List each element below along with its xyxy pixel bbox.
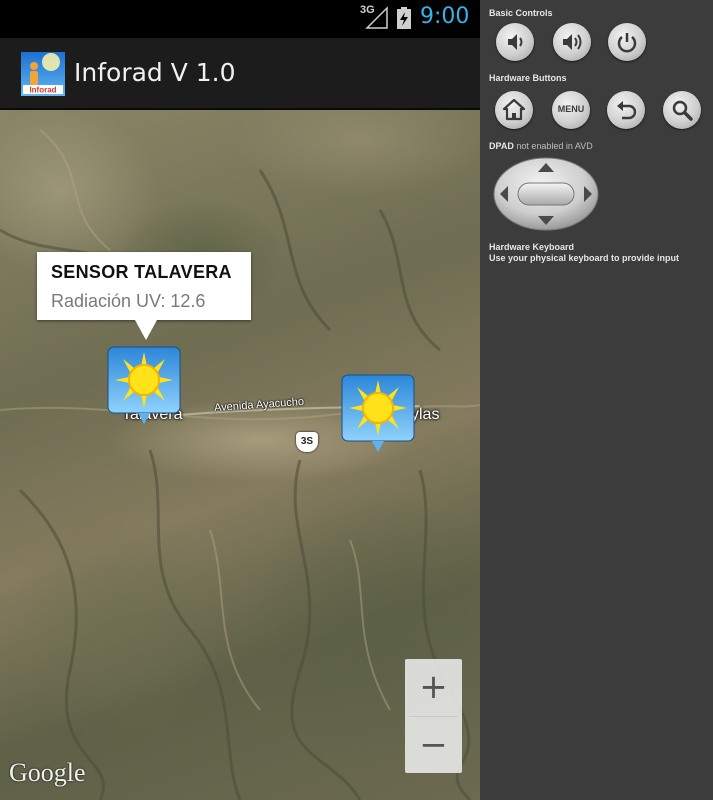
google-attribution: Google (9, 758, 86, 787)
menu-button[interactable]: MENU (552, 91, 590, 129)
action-bar: Inforad Inforad V 1.0 (0, 38, 480, 110)
search-button[interactable] (663, 91, 701, 129)
info-window-snippet: Radiación UV: 12.6 (51, 291, 206, 311)
back-arrow-icon (617, 101, 637, 120)
battery-charging-icon (397, 7, 411, 29)
android-screen: 3G 9:00 Inforad Inforad V 1.0 Avenida Ay… (0, 0, 480, 800)
home-icon (502, 98, 526, 121)
volume-up-icon (563, 34, 582, 50)
satellite-map[interactable]: Avenida Ayacucho Talavera ylas 3S SENSOR… (0, 110, 480, 800)
app-title: Inforad V 1.0 (74, 58, 236, 87)
zoom-controls: + − (405, 659, 462, 773)
home-button[interactable] (495, 91, 533, 129)
power-icon (617, 33, 637, 53)
status-clock: 9:00 (420, 4, 470, 29)
volume-up-button[interactable] (553, 23, 591, 61)
marker-info-window[interactable]: SENSOR TALAVERA Radiación UV: 12.6 (37, 252, 251, 340)
sun-marker-icon[interactable] (107, 346, 181, 426)
sun-marker-icon[interactable] (341, 374, 415, 454)
hardware-keyboard-hint: Use your physical keyboard to provide in… (489, 253, 680, 263)
place-label: ylas (411, 406, 440, 423)
power-button[interactable] (608, 23, 646, 61)
hardware-buttons-heading: Hardware Buttons (489, 73, 567, 83)
app-icon[interactable]: Inforad (21, 52, 65, 96)
dpad-control[interactable] (493, 157, 599, 231)
back-button[interactable] (607, 91, 645, 129)
info-window-title: SENSOR TALAVERA (51, 262, 232, 282)
search-icon (672, 100, 693, 121)
signal-icon (365, 6, 388, 29)
status-bar: 3G 9:00 (0, 0, 480, 38)
volume-down-button[interactable] (496, 23, 534, 61)
dpad-heading: DPAD not enabled in AVD (489, 141, 593, 151)
basic-controls-heading: Basic Controls (489, 8, 553, 18)
menu-button-label: MENU (557, 104, 585, 114)
zoom-in-button[interactable]: + (405, 659, 462, 715)
hardware-keyboard-heading: Hardware Keyboard (489, 242, 575, 252)
svg-text:Inforad: Inforad (29, 86, 56, 95)
zoom-out-button[interactable]: − (405, 717, 462, 773)
volume-down-icon (508, 34, 523, 50)
route-shield: 3S (296, 432, 318, 452)
emulator-controls-panel: Basic Controls Hardware Buttons MENU DPA… (480, 0, 713, 800)
